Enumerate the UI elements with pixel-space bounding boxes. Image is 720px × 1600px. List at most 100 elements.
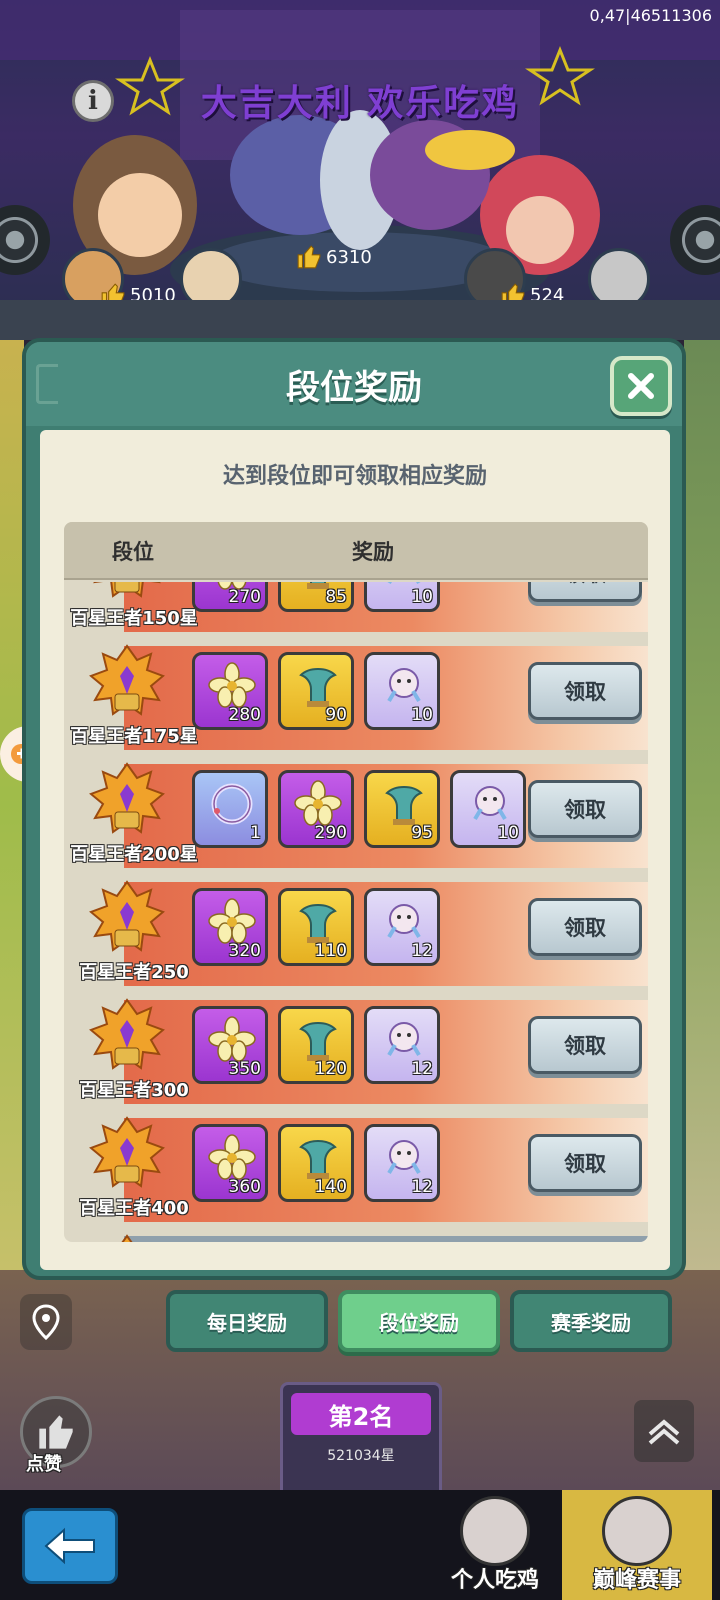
dragon-icon (465, 779, 515, 829)
claim-button[interactable]: 领取 (528, 1016, 642, 1074)
reward-item-horn[interactable]: 90 (278, 652, 354, 730)
rank-badge (82, 1114, 172, 1198)
rank-reward-dialog: 段位奖励 达到段位即可领取相应奖励 段位 奖励 百星王者150星2708510领… (22, 338, 686, 1280)
nav-avatar-icon (460, 1496, 530, 1566)
placement-stars: 521034星 (327, 1448, 395, 1464)
rank-label: 百星王者400 (79, 1198, 189, 1219)
reward-item-horn[interactable]: 140 (278, 1124, 354, 1202)
item-count: 10 (497, 823, 519, 843)
item-count: 110 (314, 941, 347, 961)
reward-item-horn[interactable]: 120 (278, 1006, 354, 1084)
item-count: 280 (228, 705, 261, 725)
item-count: 95 (411, 823, 433, 843)
rank-label: 百星王者250 (79, 962, 189, 983)
rank-badge-icon (89, 644, 165, 716)
tab-daily-reward[interactable]: 每日奖励 (166, 1290, 328, 1352)
reward-item-horn[interactable]: 95 (364, 770, 440, 848)
item-count: 85 (325, 587, 347, 607)
thumbs-up-icon (297, 245, 321, 269)
item-count: 12 (411, 1177, 433, 1197)
reward-item-flower[interactable]: 290 (278, 770, 354, 848)
claim-button[interactable]: 领取 (528, 582, 642, 602)
item-count: 140 (314, 1177, 347, 1197)
reward-item-dragon[interactable]: 10 (364, 652, 440, 730)
claim-button[interactable]: 领取 (528, 898, 642, 956)
nav-tab-personal[interactable]: 个人吃鸡 (420, 1490, 570, 1600)
item-count: 90 (325, 705, 347, 725)
nav-avatar-icon (602, 1496, 672, 1566)
claim-button[interactable]: 领取 (528, 780, 642, 838)
claim-button[interactable]: 领取 (528, 1134, 642, 1192)
close-icon (628, 373, 654, 399)
rank-label: 百星王者150星 (70, 608, 198, 629)
arrow-left-icon (44, 1527, 95, 1565)
dialog-title: 段位奖励 (286, 368, 422, 408)
rank-badge (82, 996, 172, 1080)
rank-badge-icon (89, 880, 165, 952)
chevron-up-icon (648, 1419, 680, 1445)
item-count: 290 (314, 823, 347, 843)
like-label: 点赞 (26, 1454, 62, 1475)
reward-row: 百星王者175星 280 90 10 领取 (64, 638, 648, 756)
reward-row: 百星王者300 350 120 12 领取 (64, 992, 648, 1110)
dragon-icon (379, 1015, 429, 1065)
reward-item-flower[interactable]: 350 (192, 1006, 268, 1084)
item-count: 10 (411, 705, 433, 725)
horn-icon (379, 779, 429, 829)
location-button[interactable] (20, 1294, 72, 1350)
item-count: 1 (250, 823, 261, 843)
left-background-strip (0, 340, 24, 1270)
reward-item-dragon[interactable]: 12 (364, 888, 440, 966)
horn-icon (293, 897, 343, 947)
reward-item-flower[interactable]: 280 (192, 652, 268, 730)
reward-item-dragon[interactable]: 10 (450, 770, 526, 848)
info-button[interactable]: i (72, 80, 114, 122)
bottom-navigation: 个人吃鸡 巅峰赛事 (0, 1490, 720, 1600)
tab-season-reward[interactable]: 赛季奖励 (510, 1290, 672, 1352)
reward-row: 百星王者250 320 110 12 领取 (64, 874, 648, 992)
scroll-up-button[interactable] (634, 1400, 694, 1462)
rank-badge-icon (121, 1234, 133, 1242)
reward-row: 百星王者400 360 140 12 领取 (64, 1110, 648, 1228)
rank-badge (82, 642, 172, 726)
row-background (124, 1236, 648, 1242)
close-button[interactable] (610, 356, 672, 416)
back-button[interactable] (22, 1508, 118, 1584)
flower-icon (293, 779, 343, 829)
item-count: 12 (411, 1059, 433, 1079)
item-count: 12 (411, 941, 433, 961)
item-count: 350 (228, 1059, 261, 1079)
rank-badge (82, 1232, 172, 1242)
reward-item-dragon[interactable]: 10 (364, 582, 440, 612)
reward-item-ring[interactable]: 1 (192, 770, 268, 848)
reward-item-flower[interactable]: 270 (192, 582, 268, 612)
item-count: 10 (411, 587, 433, 607)
dialog-header: 段位奖励 (26, 342, 682, 426)
nav-tab-tournament[interactable]: 巅峰赛事 (562, 1490, 712, 1600)
reward-item-horn[interactable]: 110 (278, 888, 354, 966)
version-text: 0,47|46511306 (589, 6, 712, 25)
reward-item-flower[interactable]: 360 (192, 1124, 268, 1202)
reward-list[interactable]: 百星王者150星2708510领取百星王者175星2809010领取百星王者20… (64, 582, 648, 1242)
flower-icon (207, 1133, 257, 1183)
reward-item-horn[interactable]: 85 (278, 582, 354, 612)
reward-item-flower[interactable]: 320 (192, 888, 268, 966)
rank-badge-icon (89, 762, 165, 834)
rank-label: 百星王者300 (79, 1080, 189, 1101)
reward-item-dragon[interactable]: 12 (364, 1124, 440, 1202)
tab-rank-reward[interactable]: 段位奖励 (338, 1290, 500, 1352)
reward-item-dragon[interactable]: 12 (364, 1006, 440, 1084)
header-reward: 奖励 (352, 540, 394, 564)
thumbs-up-icon (39, 1415, 73, 1449)
claim-button[interactable]: 领取 (528, 662, 642, 720)
reward-table: 段位 奖励 百星王者150星2708510领取百星王者175星2809010领取… (64, 522, 648, 1242)
placement-card: 第2名 521034星 (280, 1382, 442, 1500)
like-count-text: 6310 (326, 246, 372, 268)
stage-floor (0, 300, 720, 340)
flower-icon (207, 661, 257, 711)
rank-badge (82, 760, 172, 844)
rank-label: 百星王者200星 (70, 844, 198, 865)
reward-row-partial (64, 1228, 648, 1242)
right-background-strip (684, 340, 720, 1270)
rank-badge-icon (89, 998, 165, 1070)
